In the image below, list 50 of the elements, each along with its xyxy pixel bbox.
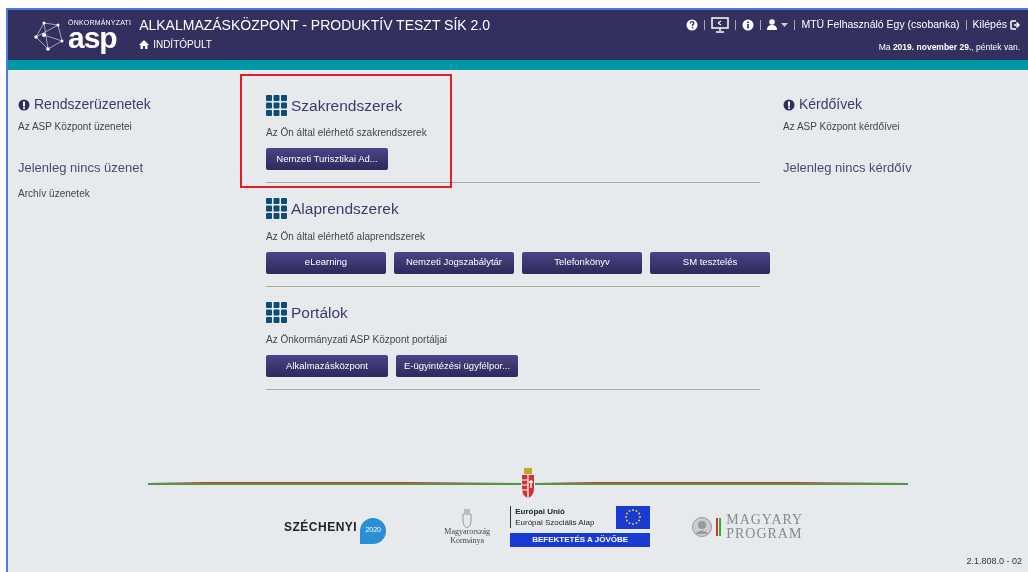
panel-subtitle: Az ASP Központ üzenetei bbox=[18, 120, 133, 134]
app-button[interactable]: eLearning bbox=[266, 251, 386, 274]
eu-title: Európai Unió bbox=[515, 506, 566, 518]
grid-icon bbox=[266, 301, 287, 323]
section-description: Az Ön által elérhető alaprendszerek bbox=[266, 229, 426, 244]
government-logo-text: Magyarország Kormánya bbox=[443, 527, 492, 546]
version-text: 2.1.808.0 - 02 bbox=[966, 555, 1022, 568]
section-heading: Szakrendszerek bbox=[291, 96, 403, 116]
app-button[interactable]: Telefonkönyv bbox=[522, 251, 642, 274]
szechenyi-logo-text: SZÉCHENYI bbox=[284, 518, 358, 536]
eu-fund-name: Európai Szociális Alap bbox=[515, 518, 596, 528]
app-button[interactable]: Nemzeti Jogszabálytár bbox=[394, 251, 514, 274]
magyary-logo-text: MAGYARY PROGRAM bbox=[726, 512, 804, 541]
section-heading: Alaprendszerek bbox=[291, 199, 399, 220]
archive-link[interactable]: Archív üzenetek bbox=[18, 185, 90, 201]
breadcrumb-link[interactable]: INDÍTÓPULT bbox=[153, 37, 212, 53]
crest-icon bbox=[461, 507, 474, 528]
date-text: Ma 2019. november 29., péntek van. bbox=[878, 40, 1020, 54]
user-icon[interactable] bbox=[767, 19, 778, 31]
portrait-silhouette-icon bbox=[692, 516, 713, 537]
app-button[interactable]: SM tesztelés bbox=[650, 251, 770, 274]
network-icon bbox=[32, 19, 64, 51]
app-title: ALKALMAZÁSKÖZPONT - PRODUKTÍV TESZT SÍK 2.0 bbox=[139, 17, 490, 34]
help-icon[interactable] bbox=[686, 18, 699, 31]
home-icon bbox=[139, 40, 150, 50]
grid-icon bbox=[266, 95, 287, 117]
info-icon[interactable] bbox=[742, 18, 755, 31]
stripes-icon bbox=[716, 517, 723, 536]
monitor-icon[interactable] bbox=[711, 16, 730, 33]
panel-heading: Rendszerüzenetek bbox=[34, 95, 151, 114]
section-description: Az Önkormányzati ASP Központ portáljai bbox=[266, 332, 449, 347]
app-button[interactable]: Alkalmazásközpont bbox=[266, 354, 388, 377]
panel-heading: Kérdőívek bbox=[799, 95, 863, 114]
app-button[interactable]: E-ügyintézési ügyfélpor... bbox=[396, 354, 518, 377]
logout-link[interactable]: Kilépés bbox=[972, 16, 1007, 33]
eu-slogan: BEFEKTETÉS A JÖVŐBE bbox=[510, 533, 651, 547]
username: MTÜ Felhasználó Egy (csobanka) bbox=[801, 16, 960, 32]
eu-flag-icon bbox=[616, 506, 651, 529]
caret-icon[interactable] bbox=[781, 22, 789, 27]
section-description: Az Ön által elérhető szakrendszerek bbox=[266, 126, 428, 141]
alert-icon bbox=[18, 98, 30, 111]
section-heading: Portálok bbox=[291, 302, 348, 323]
app-button[interactable]: Nemzeti Turisztikai Ad... bbox=[266, 148, 388, 171]
alert-icon bbox=[783, 98, 795, 111]
grid-icon bbox=[266, 198, 287, 220]
empty-message: Jelenleg nincs kérdőív bbox=[783, 159, 912, 177]
panel-subtitle: Az ASP Központ kérdőívei bbox=[783, 120, 901, 134]
empty-message: Jelenleg nincs üzenet bbox=[18, 159, 145, 177]
coat-of-arms-icon bbox=[521, 468, 535, 498]
logout-icon[interactable] bbox=[1010, 19, 1020, 30]
